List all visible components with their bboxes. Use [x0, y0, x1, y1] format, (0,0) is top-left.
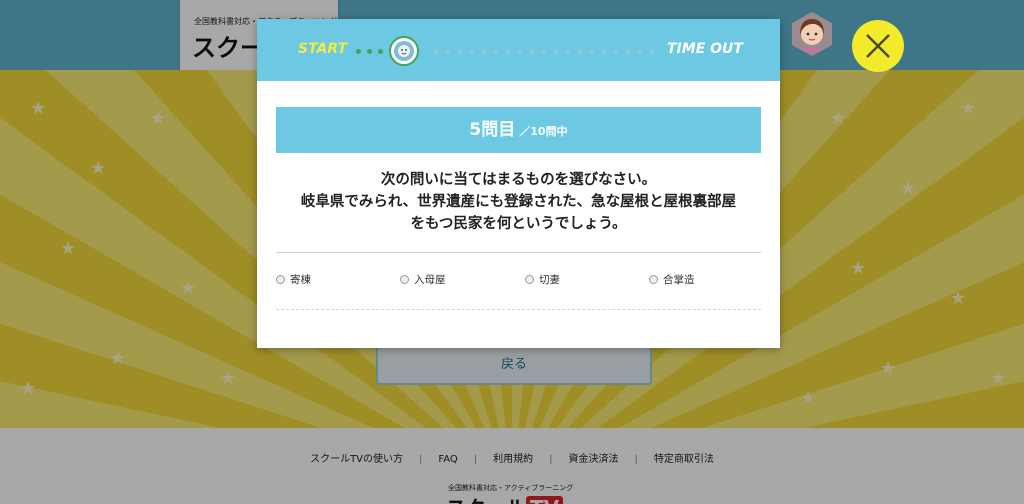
- choice-label: 入母屋: [414, 274, 446, 286]
- radio-button[interactable]: [400, 275, 409, 284]
- timer-dot-remaining: [517, 49, 522, 54]
- timer-dot-remaining: [481, 49, 486, 54]
- choice-option[interactable]: 合掌造: [649, 272, 695, 287]
- timer-start-label: START: [298, 41, 348, 57]
- question-line: 次の問いに当てはまるものを選びなさい。: [380, 172, 657, 188]
- timer-dot-remaining: [589, 49, 594, 54]
- close-icon: [866, 34, 890, 58]
- choice-label: 合掌造: [663, 274, 695, 286]
- avatar-icon[interactable]: [789, 11, 835, 57]
- question-progress: 5問目 ／10問中: [276, 107, 761, 153]
- quiz-modal: START TIME OUT 5問目 ／10問中 次の問いに当てはまるものを選び…: [257, 19, 780, 348]
- timer-dot-remaining: [493, 49, 498, 54]
- timer-dot-remaining: [553, 49, 558, 54]
- close-button[interactable]: [852, 20, 904, 72]
- timer-dot-remaining: [625, 49, 630, 54]
- timer-dot-remaining: [649, 49, 654, 54]
- timer-end-label: TIME OUT: [667, 41, 743, 57]
- timer-dot-remaining: [577, 49, 582, 54]
- radio-button[interactable]: [649, 275, 658, 284]
- question-text: 次の問いに当てはまるものを選びなさい。 岐阜県でみられ、世界遺産にも登録された、…: [276, 169, 761, 235]
- timer-dot-elapsed: [378, 49, 383, 54]
- divider: [276, 252, 761, 253]
- timer-dot-remaining: [445, 49, 450, 54]
- timer-dot-remaining: [613, 49, 618, 54]
- timer-bar: START TIME OUT: [257, 19, 780, 81]
- radio-button[interactable]: [276, 275, 285, 284]
- question-line: 岐阜県でみられ、世界遺産にも登録された、急な屋根と屋根裏部屋: [300, 194, 737, 210]
- timer-dot-remaining: [541, 49, 546, 54]
- answer-choices: 寄棟 入母屋 切妻 合掌造: [276, 272, 761, 290]
- timer-dot-remaining: [601, 49, 606, 54]
- timer-dot-remaining: [637, 49, 642, 54]
- timer-dot-remaining: [469, 49, 474, 54]
- timer-dot-remaining: [565, 49, 570, 54]
- radio-button[interactable]: [525, 275, 534, 284]
- question-number: 5問目: [469, 120, 516, 140]
- choice-option[interactable]: 入母屋: [400, 272, 446, 287]
- timer-dot-remaining: [505, 49, 510, 54]
- timer-dot-elapsed: [356, 49, 361, 54]
- timer-dot-remaining: [457, 49, 462, 54]
- question-line: をもつ民家を何というでしょう。: [410, 216, 627, 232]
- timer-dot-remaining: [529, 49, 534, 54]
- divider-dashed: [276, 309, 761, 310]
- choice-label: 切妻: [539, 274, 560, 286]
- choice-option[interactable]: 切妻: [525, 272, 560, 287]
- choice-option[interactable]: 寄棟: [276, 272, 311, 287]
- timer-dot-remaining: [433, 49, 438, 54]
- lion-icon: [389, 36, 419, 66]
- timer-dot-elapsed: [367, 49, 372, 54]
- question-total: ／10問中: [519, 125, 568, 138]
- choice-label: 寄棟: [290, 274, 311, 286]
